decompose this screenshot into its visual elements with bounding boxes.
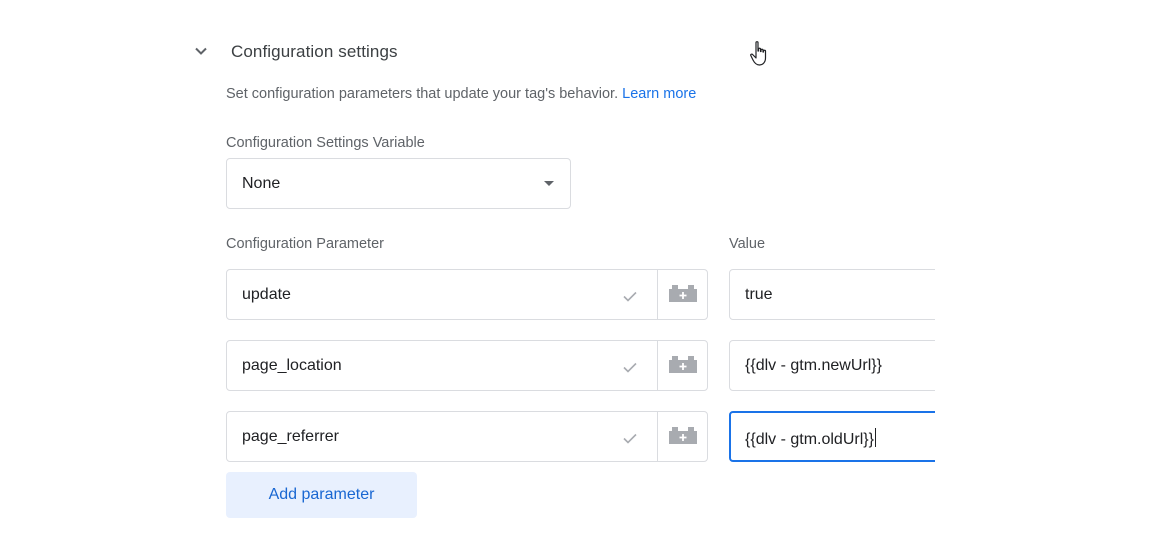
- hand-pointer-icon: [748, 40, 772, 68]
- check-icon: [621, 287, 639, 305]
- parameter-value-text-wrapper: {{dlv - gtm.oldUrl}}: [745, 428, 876, 449]
- parameter-name-text: page_location: [242, 357, 342, 374]
- dropdown-arrow-icon: [544, 181, 554, 186]
- value-column-header: Value: [729, 236, 766, 252]
- settings-variable-value: None: [242, 175, 281, 192]
- settings-variable-label: Configuration Settings Variable: [226, 135, 425, 151]
- description-text: Set configuration parameters that update…: [226, 86, 619, 102]
- parameter-name-input-update[interactable]: update: [226, 269, 708, 320]
- parameter-column-header: Configuration Parameter: [226, 236, 384, 252]
- parameter-value-input-page-referrer[interactable]: {{dlv - gtm.oldUrl}}: [729, 411, 935, 462]
- parameter-name-text: update: [242, 286, 291, 303]
- check-icon: [621, 358, 639, 376]
- variable-block-icon[interactable]: [658, 270, 708, 319]
- add-parameter-button[interactable]: Add parameter: [226, 472, 417, 518]
- variable-block-icon[interactable]: [658, 412, 708, 461]
- section-description: Set configuration parameters that update…: [226, 86, 696, 102]
- configuration-settings-panel: Configuration settings Set configuration…: [0, 0, 935, 554]
- settings-variable-select[interactable]: None: [226, 158, 571, 209]
- parameter-value-text: {{dlv - gtm.oldUrl}}: [745, 431, 874, 448]
- check-icon: [621, 429, 639, 447]
- learn-more-link[interactable]: Learn more: [622, 86, 696, 102]
- section-title[interactable]: Configuration settings: [231, 42, 398, 62]
- parameter-name-input-page-location[interactable]: page_location: [226, 340, 708, 391]
- parameter-value-input-page-location[interactable]: {{dlv - gtm.newUrl}}: [729, 340, 935, 391]
- text-caret: [874, 428, 876, 447]
- chevron-down-icon[interactable]: [192, 42, 210, 60]
- parameter-value-input-update[interactable]: true: [729, 269, 935, 320]
- parameter-name-input-page-referrer[interactable]: page_referrer: [226, 411, 708, 462]
- parameter-value-text: true: [745, 286, 773, 303]
- variable-block-icon[interactable]: [658, 341, 708, 390]
- parameter-value-text: {{dlv - gtm.newUrl}}: [745, 357, 882, 374]
- parameter-name-text: page_referrer: [242, 428, 339, 445]
